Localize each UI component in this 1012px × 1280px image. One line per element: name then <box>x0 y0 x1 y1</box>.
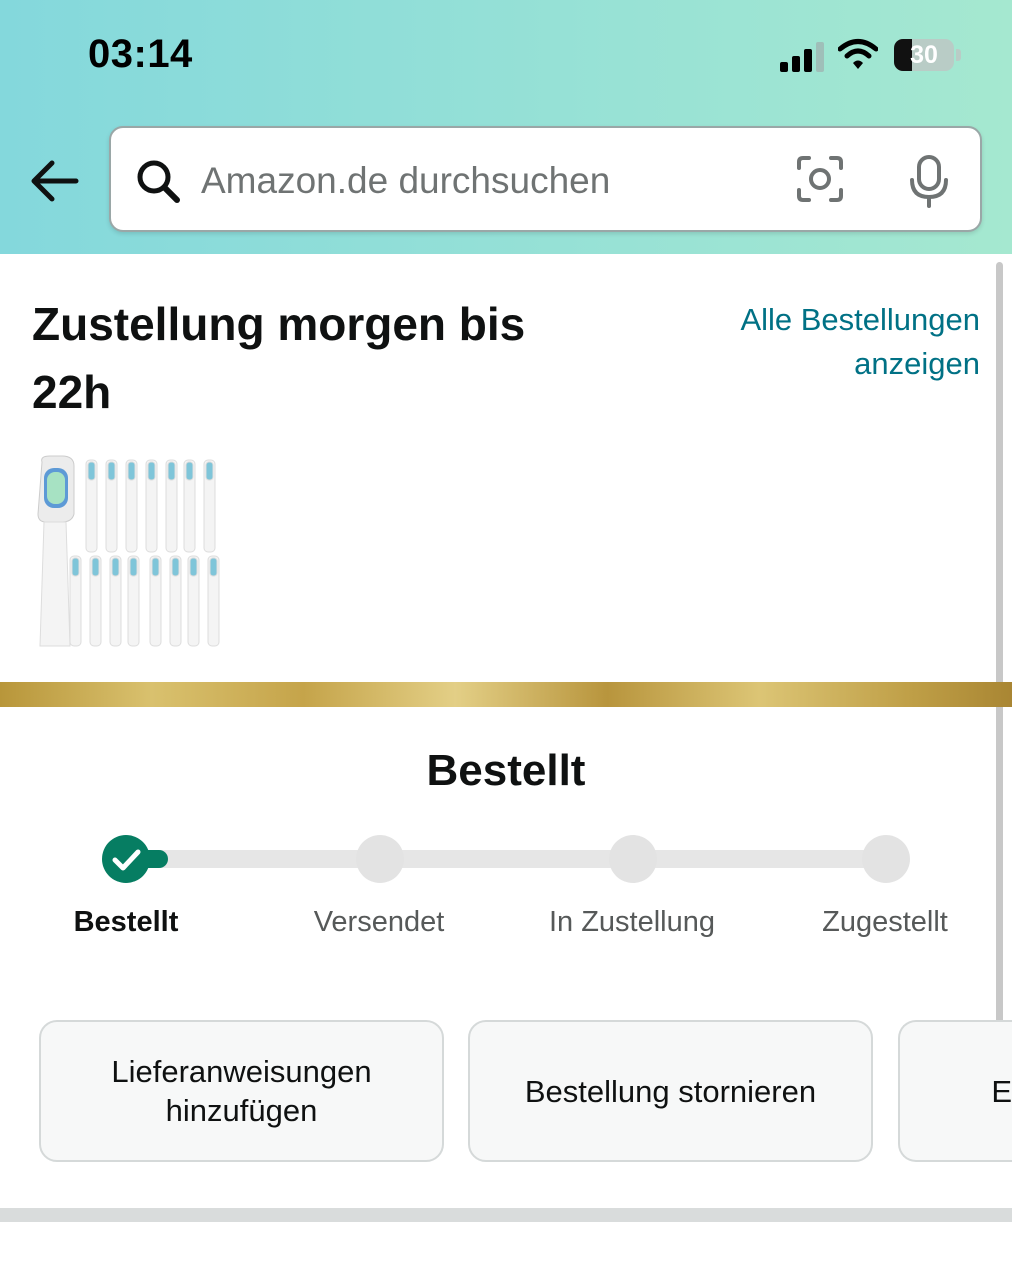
step-label-bestellt: Bestellt <box>73 906 179 938</box>
status-time: 03:14 <box>88 32 193 76</box>
add-delivery-instructions-button[interactable]: Lieferanweisungen hinzufügen <box>39 1020 444 1162</box>
order-status-title: Bestellt <box>426 746 586 795</box>
status-icons: 30 <box>778 36 968 76</box>
more-actions-label: E <box>991 1073 1012 1109</box>
delivery-title: Zustellung morgen bis 22h <box>32 298 526 418</box>
large-brush-head <box>37 455 75 647</box>
section-divider <box>0 1208 1012 1222</box>
prime-gold-divider <box>0 682 1012 707</box>
all-orders-link[interactable]: Alle Bestellungen anzeigen <box>700 298 980 386</box>
step-label-in-zustellung: In Zustellung <box>548 906 716 938</box>
battery-icon: 30 <box>894 39 954 71</box>
search-input[interactable]: Amazon.de durchsuchen <box>109 126 982 232</box>
wifi-icon <box>838 39 878 69</box>
step-label-versendet: Versendet <box>313 906 445 938</box>
more-actions-button[interactable]: E <box>898 1020 1012 1162</box>
cellular-signal-icon <box>780 42 824 72</box>
camera-scan-icon[interactable] <box>795 154 845 204</box>
step-dot-in-zustellung <box>609 835 657 883</box>
cancel-order-button[interactable]: Bestellung stornieren <box>468 1020 873 1162</box>
microphone-icon[interactable] <box>907 154 951 208</box>
add-delivery-instructions-label: Lieferanweisungen hinzufügen <box>111 1054 372 1128</box>
step-dot-zugestellt <box>862 835 910 883</box>
brush-heads-top-row <box>85 459 216 553</box>
product-image-toothbrush-heads[interactable] <box>32 452 232 652</box>
step-dot-bestellt <box>102 835 150 883</box>
search-placeholder: Amazon.de durchsuchen <box>201 160 611 201</box>
battery-percent: 30 <box>910 40 938 69</box>
checkmark-icon <box>112 849 141 871</box>
app-header: 03:14 30 Amazon.de durchsuchen <box>0 0 1012 254</box>
battery-cap <box>956 49 961 61</box>
brush-heads-bottom-row <box>69 555 220 647</box>
tracking-progress-track <box>126 850 886 868</box>
step-label-zugestellt: Zugestellt <box>822 906 948 938</box>
cancel-order-label: Bestellung stornieren <box>524 1073 817 1109</box>
search-icon <box>137 160 180 203</box>
arrow-left-icon[interactable] <box>26 156 82 206</box>
step-dot-versendet <box>356 835 404 883</box>
